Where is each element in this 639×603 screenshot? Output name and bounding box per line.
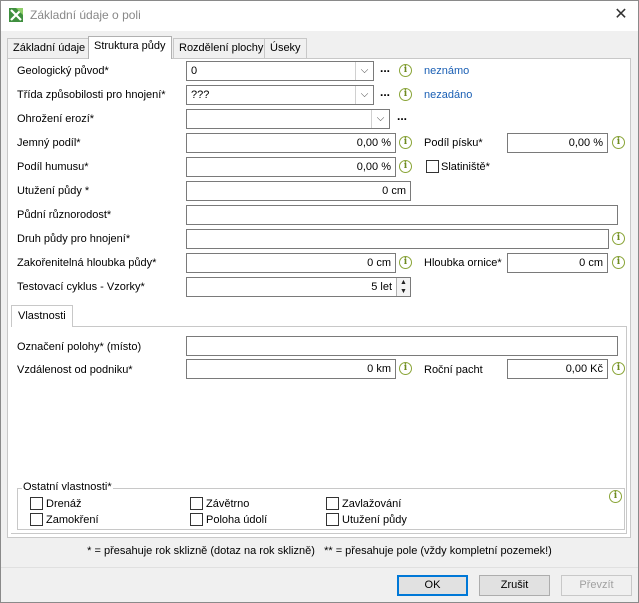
zamokreni-checkbox[interactable] bbox=[30, 513, 43, 526]
app-icon bbox=[8, 7, 24, 23]
testovaci-spinner[interactable]: 5 let ▲ ▼ bbox=[186, 277, 411, 297]
footnote: * = přesahuje rok sklizně (dotaz na rok … bbox=[87, 545, 552, 557]
geologicky-puvod-browse-button[interactable]: ... bbox=[380, 61, 390, 75]
tab-zakladni-udaje[interactable]: Základní údaje bbox=[7, 38, 92, 58]
rozmanitost-label: Půdní různorodost* bbox=[17, 209, 112, 221]
window-title: Základní údaje o poli bbox=[30, 8, 141, 22]
trida-value: ??? bbox=[191, 89, 210, 101]
geologicky-puvod-value: 0 bbox=[191, 65, 198, 77]
trida-browse-button[interactable]: ... bbox=[380, 85, 390, 99]
info-icon[interactable]: i bbox=[609, 490, 622, 503]
poloha-udoli-label: Poloha údolí bbox=[206, 514, 268, 526]
oznaceni-label: Označení polohy* (místo) bbox=[17, 341, 142, 353]
podil-humusu-label: Podíl humusu* bbox=[17, 161, 89, 173]
zavetrno-checkbox[interactable] bbox=[190, 497, 203, 510]
poloha-udoli-checkbox[interactable] bbox=[190, 513, 203, 526]
vzdalenost-label: Vzdálenost od podniku* bbox=[17, 364, 133, 376]
info-icon[interactable]: i bbox=[612, 256, 625, 269]
tab-rozdeleni-plochy[interactable]: Rozdělení plochy bbox=[173, 38, 270, 58]
ohrozeni-label: Ohrožení erozí* bbox=[17, 113, 95, 125]
geologicky-puvod-combo[interactable]: 0 ⌵ bbox=[186, 61, 374, 81]
info-icon[interactable]: i bbox=[399, 136, 412, 149]
hloubka-ornice-input[interactable]: 0 cm bbox=[507, 253, 608, 273]
info-icon[interactable]: i bbox=[612, 232, 625, 245]
apply-button[interactable]: Převzít bbox=[561, 575, 632, 596]
utuzeni-pudy-checkbox[interactable] bbox=[326, 513, 339, 526]
chevron-down-icon[interactable]: ⌵ bbox=[355, 62, 373, 80]
info-icon[interactable]: i bbox=[399, 362, 412, 375]
info-icon[interactable]: i bbox=[399, 64, 412, 77]
ohrozeni-combo[interactable]: ⌵ bbox=[186, 109, 390, 129]
jemny-podil-label: Jemný podíl* bbox=[17, 137, 81, 149]
geologicky-puvod-link[interactable]: neznámo bbox=[424, 65, 469, 77]
podil-humusu-input[interactable]: 0,00 % bbox=[186, 157, 396, 177]
testovaci-label: Testovací cyklus - Vzorky* bbox=[17, 281, 145, 293]
slatiniste-label: Slatiniště* bbox=[441, 161, 490, 173]
zakorenitelna-label: Zakořenitelná hloubka půdy* bbox=[17, 257, 157, 269]
geologicky-puvod-label: Geologický původ* bbox=[17, 65, 109, 77]
zavlazovani-label: Zavlažování bbox=[342, 498, 402, 510]
podil-pisku-label: Podíl písku* bbox=[424, 137, 483, 149]
jemny-podil-input[interactable]: 0,00 % bbox=[186, 133, 396, 153]
info-icon[interactable]: i bbox=[399, 160, 412, 173]
zavetrno-label: Závětrno bbox=[206, 498, 250, 510]
ostatni-vlastnosti-group bbox=[17, 488, 625, 530]
ohrozeni-browse-button[interactable]: ... bbox=[397, 109, 407, 123]
ok-button[interactable]: OK bbox=[397, 575, 468, 596]
slatiniste-checkbox[interactable] bbox=[426, 160, 439, 173]
rocni-pacht-input[interactable]: 0,00 Kč bbox=[507, 359, 608, 379]
trida-link[interactable]: nezadáno bbox=[424, 89, 472, 101]
drenaz-label: Drenáž bbox=[46, 498, 82, 510]
spin-up-icon[interactable]: ▲ bbox=[397, 278, 410, 287]
utuzeni-input[interactable]: 0 cm bbox=[186, 181, 411, 201]
druh-pudy-input[interactable] bbox=[186, 229, 609, 249]
cancel-button[interactable]: Zrušit bbox=[479, 575, 550, 596]
utuzeni-pudy-label: Utužení půdy bbox=[342, 514, 407, 526]
info-icon[interactable]: i bbox=[612, 362, 625, 375]
info-icon[interactable]: i bbox=[399, 88, 412, 101]
rocni-pacht-label: Roční pacht bbox=[424, 364, 483, 376]
testovaci-value: 5 let bbox=[371, 281, 392, 293]
tab-vlastnosti[interactable]: Vlastnosti bbox=[11, 305, 73, 327]
tab-struktura-pudy[interactable]: Struktura půdy bbox=[88, 36, 172, 59]
spinner-buttons[interactable]: ▲ ▼ bbox=[396, 278, 410, 296]
trida-combo[interactable]: ??? ⌵ bbox=[186, 85, 374, 105]
spin-down-icon[interactable]: ▼ bbox=[397, 287, 410, 296]
hloubka-ornice-label: Hloubka ornice* bbox=[424, 257, 502, 269]
tab-useky[interactable]: Úseky bbox=[264, 38, 307, 58]
rozmanitost-input[interactable] bbox=[186, 205, 618, 225]
druh-pudy-label: Druh půdy pro hnojení* bbox=[17, 233, 131, 245]
zavlazovani-checkbox[interactable] bbox=[326, 497, 339, 510]
close-icon[interactable]: ✕ bbox=[606, 4, 636, 26]
info-icon[interactable]: i bbox=[399, 256, 412, 269]
vzdalenost-input[interactable]: 0 km bbox=[186, 359, 396, 379]
zamokreni-label: Zamokření bbox=[46, 514, 99, 526]
info-icon[interactable]: i bbox=[612, 136, 625, 149]
ostatni-vlastnosti-label: Ostatní vlastnosti* bbox=[22, 481, 113, 493]
utuzeni-label: Utužení půdy * bbox=[17, 185, 90, 197]
chevron-down-icon[interactable]: ⌵ bbox=[355, 86, 373, 104]
oznaceni-input[interactable] bbox=[186, 336, 618, 356]
podil-pisku-input[interactable]: 0,00 % bbox=[507, 133, 608, 153]
drenaz-checkbox[interactable] bbox=[30, 497, 43, 510]
zakorenitelna-input[interactable]: 0 cm bbox=[186, 253, 396, 273]
trida-label: Třída způsobilosti pro hnojení* bbox=[17, 89, 166, 101]
chevron-down-icon[interactable]: ⌵ bbox=[371, 110, 389, 128]
